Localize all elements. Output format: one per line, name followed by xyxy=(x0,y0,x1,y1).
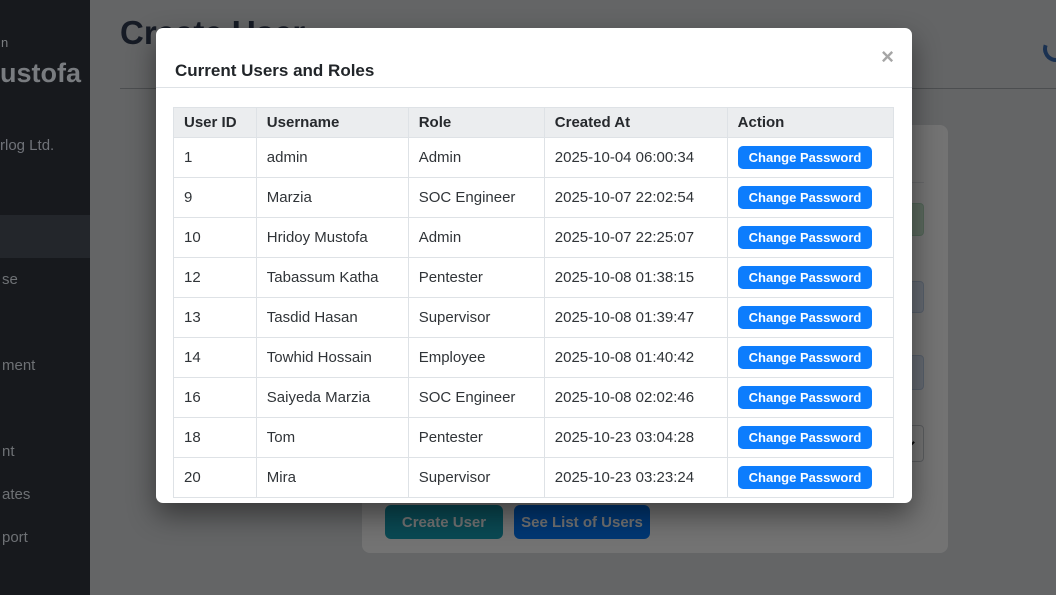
column-header: User ID xyxy=(174,108,257,138)
table-row: 12Tabassum KathaPentester2025-10-08 01:3… xyxy=(174,258,894,298)
change-password-button[interactable]: Change Password xyxy=(738,266,873,289)
table-row: 18TomPentester2025-10-23 03:04:28 Change … xyxy=(174,418,894,458)
sidebar-top-text-fragment: n xyxy=(1,35,8,50)
cell-created-at: 2025-10-08 01:38:15 xyxy=(544,258,727,298)
cell-username: Saiyeda Marzia xyxy=(256,378,408,418)
sidebar-item-6[interactable]: ates xyxy=(0,473,90,516)
sidebar-company-fragment: rlog Ltd. xyxy=(0,137,54,154)
cell-username: Tasdid Hasan xyxy=(256,298,408,338)
cell-username: Tom xyxy=(256,418,408,458)
cell-action: Change Password xyxy=(727,218,893,258)
cell-role: SOC Engineer xyxy=(408,378,544,418)
table-row: 20MiraSupervisor2025-10-23 03:23:24 Chang… xyxy=(174,458,894,498)
cell-user-id: 13 xyxy=(174,298,257,338)
modal-body: User IDUsernameRoleCreated AtAction 1adm… xyxy=(156,88,912,498)
cell-role: Supervisor xyxy=(408,458,544,498)
change-password-button[interactable]: Change Password xyxy=(738,466,873,489)
cell-created-at: 2025-10-07 22:25:07 xyxy=(544,218,727,258)
column-header: Role xyxy=(408,108,544,138)
cell-created-at: 2025-10-07 22:02:54 xyxy=(544,178,727,218)
cell-action: Change Password xyxy=(727,378,893,418)
close-icon[interactable]: × xyxy=(881,46,894,68)
change-password-button[interactable]: Change Password xyxy=(738,306,873,329)
modal-header: Current Users and Roles × xyxy=(156,28,912,88)
cell-user-id: 14 xyxy=(174,338,257,378)
current-users-modal: Current Users and Roles × User IDUsernam… xyxy=(156,28,912,503)
cell-action: Change Password xyxy=(727,138,893,178)
sidebar-item-1[interactable]: se xyxy=(0,258,90,301)
change-password-button[interactable]: Change Password xyxy=(738,386,873,409)
change-password-button[interactable]: Change Password xyxy=(738,186,873,209)
table-row: 9MarziaSOC Engineer2025-10-07 22:02:54 Ch… xyxy=(174,178,894,218)
cell-created-at: 2025-10-08 01:39:47 xyxy=(544,298,727,338)
cell-action: Change Password xyxy=(727,258,893,298)
cell-role: Pentester xyxy=(408,418,544,458)
sidebar-item-5[interactable]: nt xyxy=(0,430,90,473)
cell-created-at: 2025-10-23 03:23:24 xyxy=(544,458,727,498)
cell-role: Employee xyxy=(408,338,544,378)
table-row: 10Hridoy MustofaAdmin2025-10-07 22:25:07… xyxy=(174,218,894,258)
change-password-button[interactable]: Change Password xyxy=(738,346,873,369)
cell-username: admin xyxy=(256,138,408,178)
column-header: Action xyxy=(727,108,893,138)
column-header: Created At xyxy=(544,108,727,138)
modal-title: Current Users and Roles xyxy=(175,61,374,81)
sidebar-brand-name-fragment: ustofa xyxy=(0,58,81,89)
change-password-button[interactable]: Change Password xyxy=(738,426,873,449)
table-row: 13Tasdid HasanSupervisor2025-10-08 01:39… xyxy=(174,298,894,338)
change-password-button[interactable]: Change Password xyxy=(738,226,873,249)
sidebar-item-2[interactable] xyxy=(0,301,90,344)
users-table: User IDUsernameRoleCreated AtAction 1adm… xyxy=(173,107,894,498)
cell-action: Change Password xyxy=(727,298,893,338)
table-header-row: User IDUsernameRoleCreated AtAction xyxy=(174,108,894,138)
cell-action: Change Password xyxy=(727,418,893,458)
cell-user-id: 18 xyxy=(174,418,257,458)
cell-user-id: 16 xyxy=(174,378,257,418)
cell-role: Pentester xyxy=(408,258,544,298)
sidebar-menu: se ment ntatesport xyxy=(0,215,90,559)
cell-role: Supervisor xyxy=(408,298,544,338)
sidebar-item-4[interactable] xyxy=(0,387,90,430)
cell-action: Change Password xyxy=(727,458,893,498)
cell-username: Mira xyxy=(256,458,408,498)
cell-action: Change Password xyxy=(727,338,893,378)
cell-username: Tabassum Katha xyxy=(256,258,408,298)
cell-user-id: 9 xyxy=(174,178,257,218)
cell-created-at: 2025-10-04 06:00:34 xyxy=(544,138,727,178)
table-row: 1adminAdmin2025-10-04 06:00:34 Change Pas… xyxy=(174,138,894,178)
sidebar: n ustofa rlog Ltd. se ment ntatesport xyxy=(0,0,90,595)
cell-created-at: 2025-10-08 02:02:46 xyxy=(544,378,727,418)
column-header: Username xyxy=(256,108,408,138)
cell-role: Admin xyxy=(408,218,544,258)
table-row: 16Saiyeda MarziaSOC Engineer2025-10-08 0… xyxy=(174,378,894,418)
cell-role: Admin xyxy=(408,138,544,178)
cell-action: Change Password xyxy=(727,178,893,218)
sidebar-item-3[interactable]: ment xyxy=(0,344,90,387)
cell-created-at: 2025-10-08 01:40:42 xyxy=(544,338,727,378)
cell-user-id: 10 xyxy=(174,218,257,258)
sidebar-item-7[interactable]: port xyxy=(0,516,90,559)
cell-created-at: 2025-10-23 03:04:28 xyxy=(544,418,727,458)
cell-username: Hridoy Mustofa xyxy=(256,218,408,258)
cell-user-id: 1 xyxy=(174,138,257,178)
table-row: 14Towhid HossainEmployee2025-10-08 01:40… xyxy=(174,338,894,378)
cell-username: Marzia xyxy=(256,178,408,218)
cell-user-id: 20 xyxy=(174,458,257,498)
change-password-button[interactable]: Change Password xyxy=(738,146,873,169)
cell-user-id: 12 xyxy=(174,258,257,298)
sidebar-item-0[interactable] xyxy=(0,215,90,258)
cell-username: Towhid Hossain xyxy=(256,338,408,378)
cell-role: SOC Engineer xyxy=(408,178,544,218)
